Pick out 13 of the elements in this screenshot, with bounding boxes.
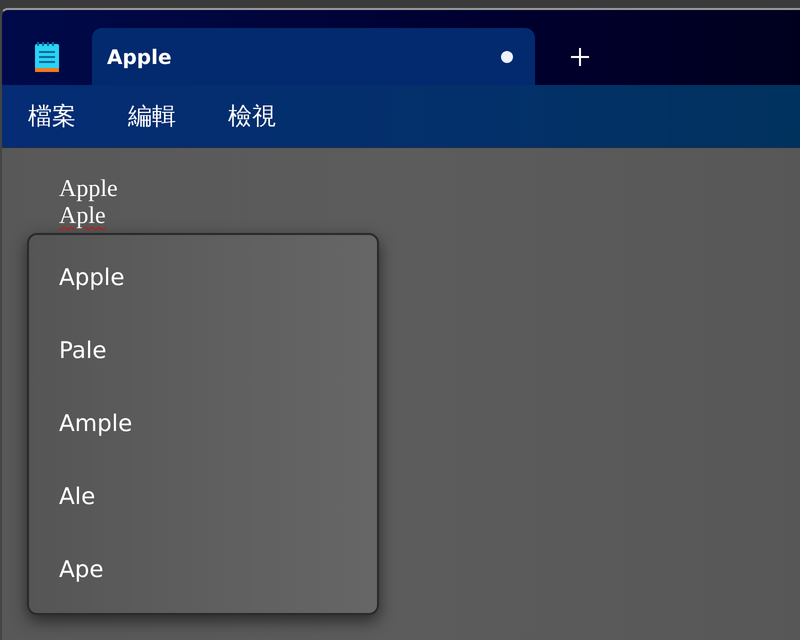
notepad-icon[interactable] xyxy=(34,40,60,72)
document-tab[interactable]: Apple xyxy=(92,28,535,85)
suggestion-item[interactable]: Apple xyxy=(35,241,371,314)
suggestion-item[interactable]: Pale xyxy=(35,314,371,388)
menu-item[interactable]: 檔案 xyxy=(28,100,76,132)
suggestion-item[interactable]: Ape xyxy=(35,534,371,608)
menu-item[interactable]: 檢視 xyxy=(228,100,276,132)
suggestion-item[interactable]: Ale xyxy=(35,460,371,534)
plus-icon xyxy=(570,46,590,66)
suggestion-item[interactable]: Ample xyxy=(35,387,371,461)
text-line: Aple xyxy=(59,203,106,230)
text-line: Apple xyxy=(59,176,118,203)
menu-item[interactable]: 編輯 xyxy=(128,100,176,132)
